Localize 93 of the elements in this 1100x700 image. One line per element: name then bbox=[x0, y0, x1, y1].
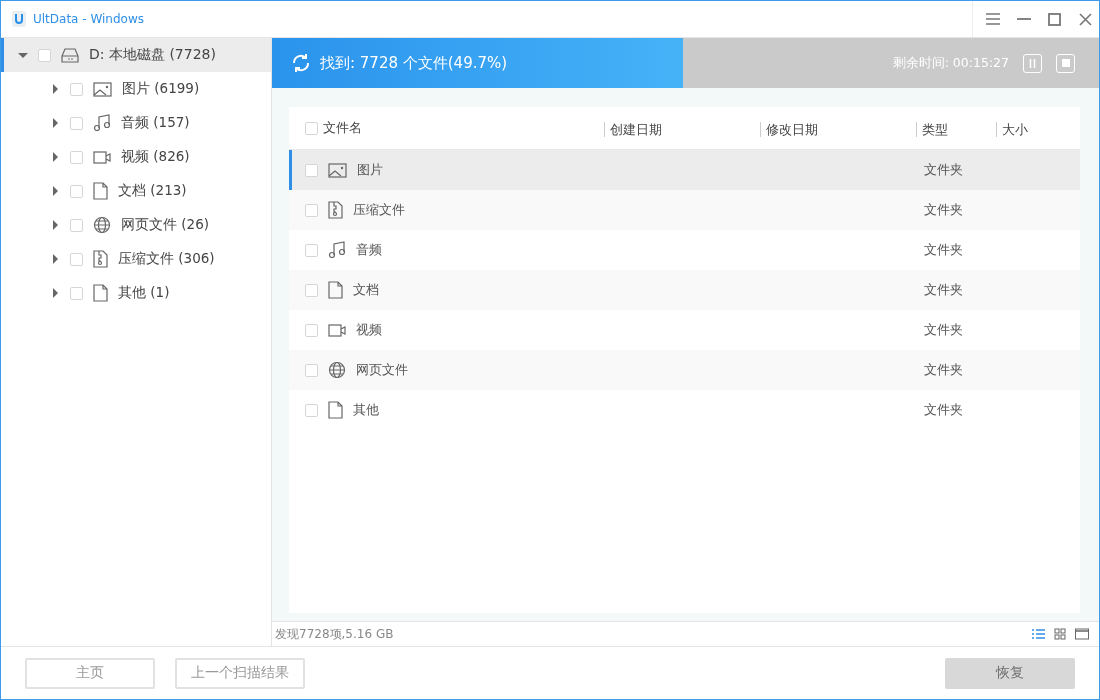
file-type: 文件夹 bbox=[924, 241, 964, 259]
document-icon bbox=[328, 401, 343, 419]
list-view-button[interactable] bbox=[1031, 627, 1045, 641]
caret-right-icon[interactable] bbox=[50, 186, 60, 196]
caret-right-icon[interactable] bbox=[50, 254, 60, 264]
file-type: 文件夹 bbox=[924, 201, 964, 219]
document-icon bbox=[93, 182, 108, 200]
tree-item[interactable]: 网页文件 (26) bbox=[1, 208, 271, 242]
image-icon bbox=[93, 81, 112, 97]
select-all-checkbox[interactable] bbox=[305, 121, 318, 135]
checkbox[interactable] bbox=[305, 243, 318, 257]
checkbox[interactable] bbox=[305, 323, 318, 337]
file-type: 文件夹 bbox=[924, 361, 964, 379]
scan-status: 找到: 7728 个文件(49.7%) bbox=[320, 53, 508, 73]
tree-label: 音频 (157) bbox=[121, 114, 190, 132]
column-header: 文件名 bbox=[323, 121, 362, 135]
video-camera-icon bbox=[93, 150, 111, 164]
file-type: 文件夹 bbox=[924, 161, 964, 179]
caret-right-icon[interactable] bbox=[50, 84, 60, 94]
tree-label: 文档 (213) bbox=[118, 182, 187, 200]
checkbox[interactable] bbox=[305, 403, 318, 417]
window-title: UltData - Windows bbox=[33, 12, 144, 26]
checkbox[interactable] bbox=[70, 150, 83, 164]
tree-item[interactable]: 文档 (213) bbox=[1, 174, 271, 208]
column-header: 大小 bbox=[996, 121, 1028, 137]
file-type: 文件夹 bbox=[924, 321, 964, 339]
video-camera-icon bbox=[328, 323, 346, 337]
app-logo-icon bbox=[11, 10, 27, 28]
checkbox[interactable] bbox=[70, 286, 83, 300]
stop-icon bbox=[1061, 59, 1070, 67]
menu-icon bbox=[985, 13, 1000, 25]
caret-right-icon[interactable] bbox=[50, 220, 60, 230]
file-row[interactable]: 网页文件 文件夹 bbox=[289, 350, 1080, 390]
stop-button[interactable] bbox=[1056, 53, 1075, 73]
refresh-icon bbox=[290, 52, 312, 74]
tree-label: 网页文件 (26) bbox=[121, 216, 209, 234]
tree-label: D: 本地磁盘 (7728) bbox=[89, 46, 216, 64]
document-icon bbox=[328, 281, 343, 299]
column-header: 创建日期 bbox=[604, 121, 662, 137]
file-row[interactable]: 图片 文件夹 bbox=[289, 150, 1080, 190]
tree-label: 视频 (826) bbox=[121, 148, 190, 166]
tree-item[interactable]: 音频 (157) bbox=[1, 106, 271, 140]
pause-icon bbox=[1029, 58, 1036, 68]
file-name: 其他 bbox=[353, 401, 379, 419]
grid-view-button[interactable] bbox=[1053, 627, 1067, 641]
tree-item[interactable]: 压缩文件 (306) bbox=[1, 242, 271, 276]
checkbox[interactable] bbox=[70, 116, 83, 130]
file-name: 视频 bbox=[356, 321, 382, 339]
tree-label: 图片 (6199) bbox=[122, 80, 200, 98]
file-name: 图片 bbox=[357, 161, 383, 179]
file-name: 网页文件 bbox=[356, 361, 408, 379]
status-summary: 发现7728项,5.16 GB bbox=[275, 625, 394, 643]
checkbox[interactable] bbox=[70, 82, 83, 96]
file-row[interactable]: 文档 文件夹 bbox=[289, 270, 1080, 310]
archive-file-icon bbox=[93, 250, 108, 268]
drive-icon bbox=[61, 47, 79, 63]
caret-right-icon[interactable] bbox=[50, 152, 60, 162]
music-note-icon bbox=[328, 241, 346, 259]
globe-icon bbox=[328, 361, 346, 379]
checkbox[interactable] bbox=[70, 218, 83, 232]
tree-label: 其他 (1) bbox=[118, 284, 170, 302]
pause-button[interactable] bbox=[1023, 53, 1042, 73]
maximize-icon bbox=[1048, 12, 1061, 26]
file-name: 文档 bbox=[353, 281, 379, 299]
archive-file-icon bbox=[328, 201, 343, 219]
tree-label: 压缩文件 (306) bbox=[118, 250, 215, 268]
tree-item[interactable]: D: 本地磁盘 (7728) bbox=[1, 38, 271, 72]
tree-item[interactable]: 图片 (6199) bbox=[1, 72, 271, 106]
preview-view-button[interactable] bbox=[1075, 627, 1089, 641]
tree-item[interactable]: 视频 (826) bbox=[1, 140, 271, 174]
file-type: 文件夹 bbox=[924, 401, 964, 419]
close-icon bbox=[1079, 12, 1092, 26]
checkbox[interactable] bbox=[38, 48, 51, 62]
file-name: 压缩文件 bbox=[353, 201, 405, 219]
globe-icon bbox=[93, 216, 111, 234]
caret-down-icon[interactable] bbox=[18, 50, 28, 60]
file-type: 文件夹 bbox=[924, 281, 964, 299]
caret-right-icon[interactable] bbox=[50, 288, 60, 298]
file-row[interactable]: 压缩文件 文件夹 bbox=[289, 190, 1080, 230]
image-icon bbox=[328, 162, 347, 178]
checkbox[interactable] bbox=[305, 363, 318, 377]
file-name: 音频 bbox=[356, 241, 382, 259]
tree-item[interactable]: 其他 (1) bbox=[1, 276, 271, 310]
column-header: 类型 bbox=[916, 121, 948, 137]
document-icon bbox=[93, 284, 108, 302]
caret-right-icon[interactable] bbox=[50, 118, 60, 128]
checkbox[interactable] bbox=[70, 252, 83, 266]
checkbox[interactable] bbox=[305, 283, 318, 297]
music-note-icon bbox=[93, 114, 111, 132]
checkbox[interactable] bbox=[305, 163, 318, 177]
checkbox[interactable] bbox=[70, 184, 83, 198]
column-header: 修改日期 bbox=[760, 121, 818, 137]
checkbox[interactable] bbox=[305, 203, 318, 217]
